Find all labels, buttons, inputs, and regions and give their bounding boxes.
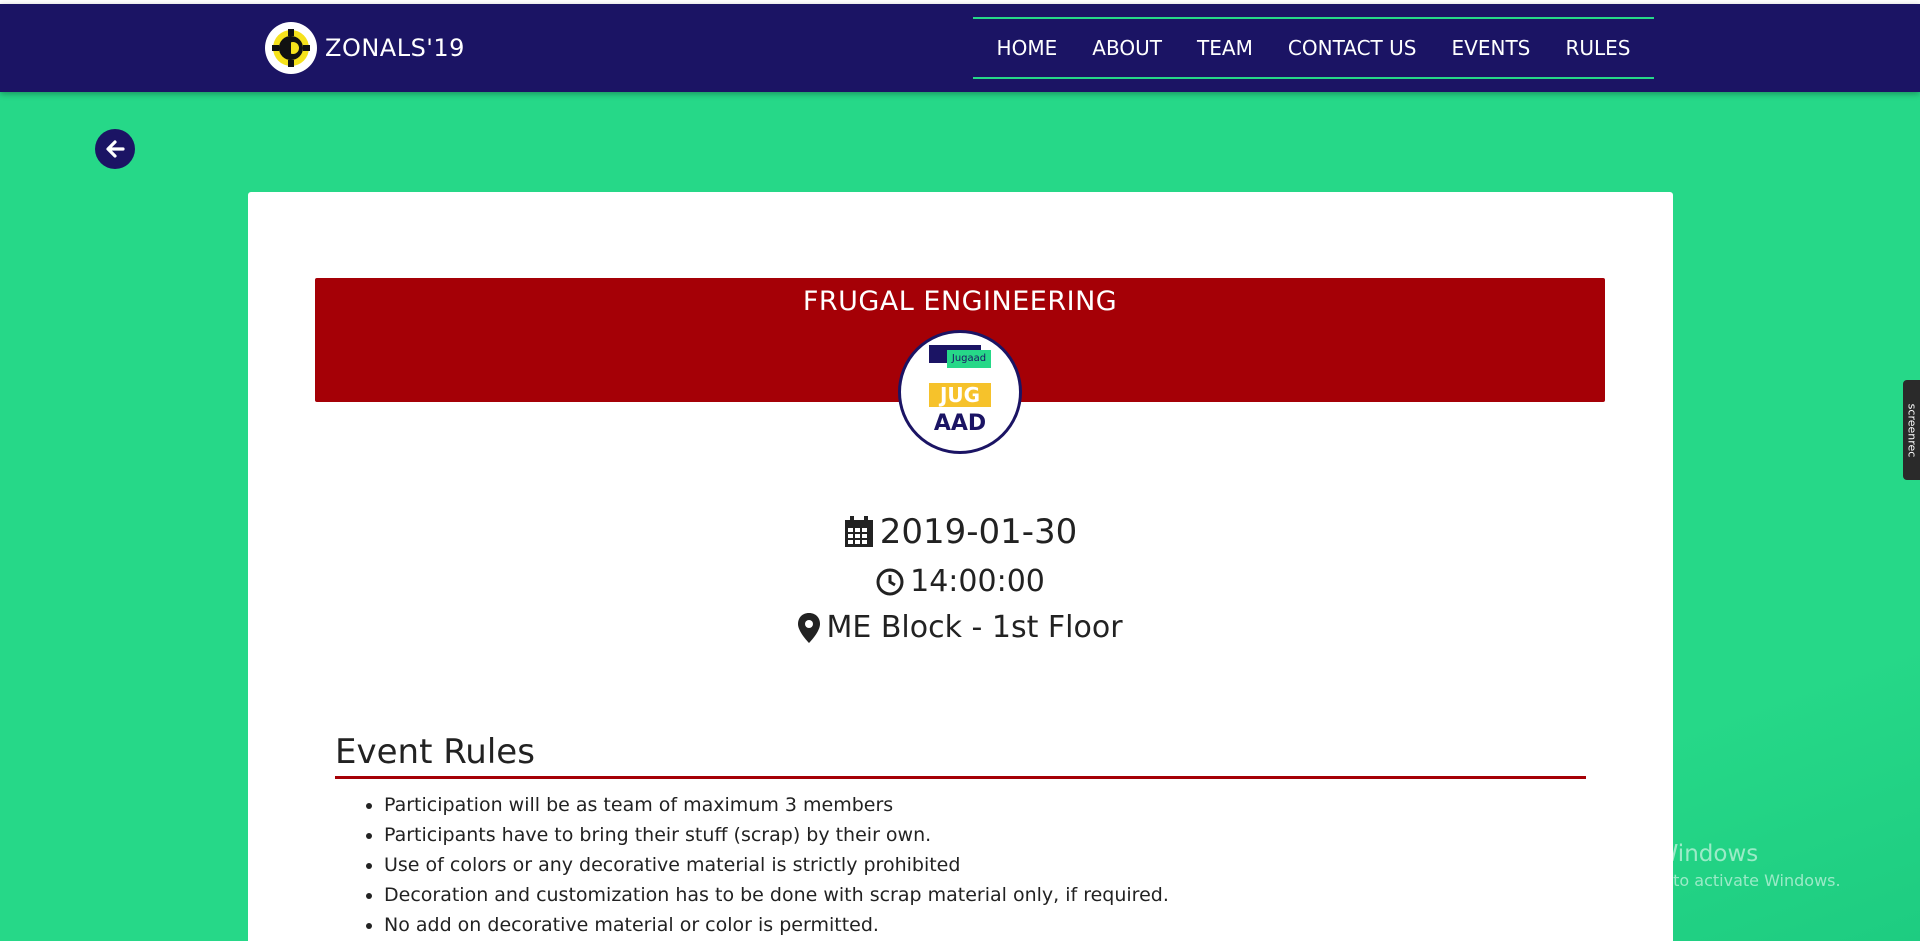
- event-date-text: 2019-01-30: [879, 512, 1078, 552]
- calendar-icon: [844, 516, 873, 547]
- event-card: FRUGAL ENGINEERING Jugaad JUG AAD 2019-0…: [248, 192, 1673, 941]
- navbar: ZONALS'19 HOME ABOUT TEAM CONTACT US EVE…: [0, 4, 1920, 92]
- logo-jug-text: JUG: [929, 383, 991, 407]
- arrow-left-icon: [106, 140, 125, 158]
- nav-contact-us[interactable]: CONTACT US: [1288, 36, 1417, 60]
- rule-item: No add on decorative material or color i…: [384, 910, 1584, 940]
- rule-item: Participation will be as team of maximum…: [384, 790, 1584, 820]
- activate-windows-watermark: Activate Windows Go to Settings to activ…: [1554, 841, 1841, 890]
- logo-aad-text: AAD: [933, 411, 987, 436]
- gear-logo-icon: [265, 22, 317, 74]
- watermark-title: Activate Windows: [1554, 841, 1759, 867]
- brand-text: ZONALS'19: [325, 34, 465, 62]
- event-venue-text: ME Block - 1st Floor: [826, 610, 1123, 645]
- nav-rules[interactable]: RULES: [1565, 36, 1630, 60]
- event-time: 14:00:00: [248, 564, 1673, 599]
- nav-events[interactable]: EVENTS: [1452, 36, 1531, 60]
- screenrec-tab[interactable]: screenrec: [1903, 380, 1920, 480]
- back-button[interactable]: [95, 129, 135, 169]
- event-title: FRUGAL ENGINEERING: [802, 286, 1118, 317]
- nav-menu: HOME ABOUT TEAM CONTACT US EVENTS RULES: [973, 17, 1654, 79]
- nav-team[interactable]: TEAM: [1197, 36, 1253, 60]
- event-venue: ME Block - 1st Floor: [248, 610, 1673, 645]
- rule-item: Decoration and customization has to be d…: [384, 880, 1584, 910]
- nav-about[interactable]: ABOUT: [1092, 36, 1162, 60]
- watermark-subtitle: Go to Settings to activate Windows.: [1554, 871, 1841, 890]
- rule-item: Participants have to bring their stuff (…: [384, 820, 1584, 850]
- event-date: 2019-01-30: [248, 512, 1673, 552]
- nav-home[interactable]: HOME: [997, 36, 1058, 60]
- map-marker-icon: [798, 612, 821, 643]
- brand-link[interactable]: ZONALS'19: [265, 22, 465, 74]
- clock-icon: [876, 568, 904, 595]
- rules-heading: Event Rules: [335, 732, 1586, 779]
- rule-item: Use of colors or any decorative material…: [384, 850, 1584, 880]
- event-time-text: 14:00:00: [910, 564, 1045, 599]
- rules-list: Participation will be as team of maximum…: [384, 790, 1584, 940]
- logo-tag-label: Jugaad: [947, 350, 991, 368]
- event-logo: Jugaad JUG AAD: [898, 330, 1022, 454]
- screenrec-label: screenrec: [1905, 403, 1919, 457]
